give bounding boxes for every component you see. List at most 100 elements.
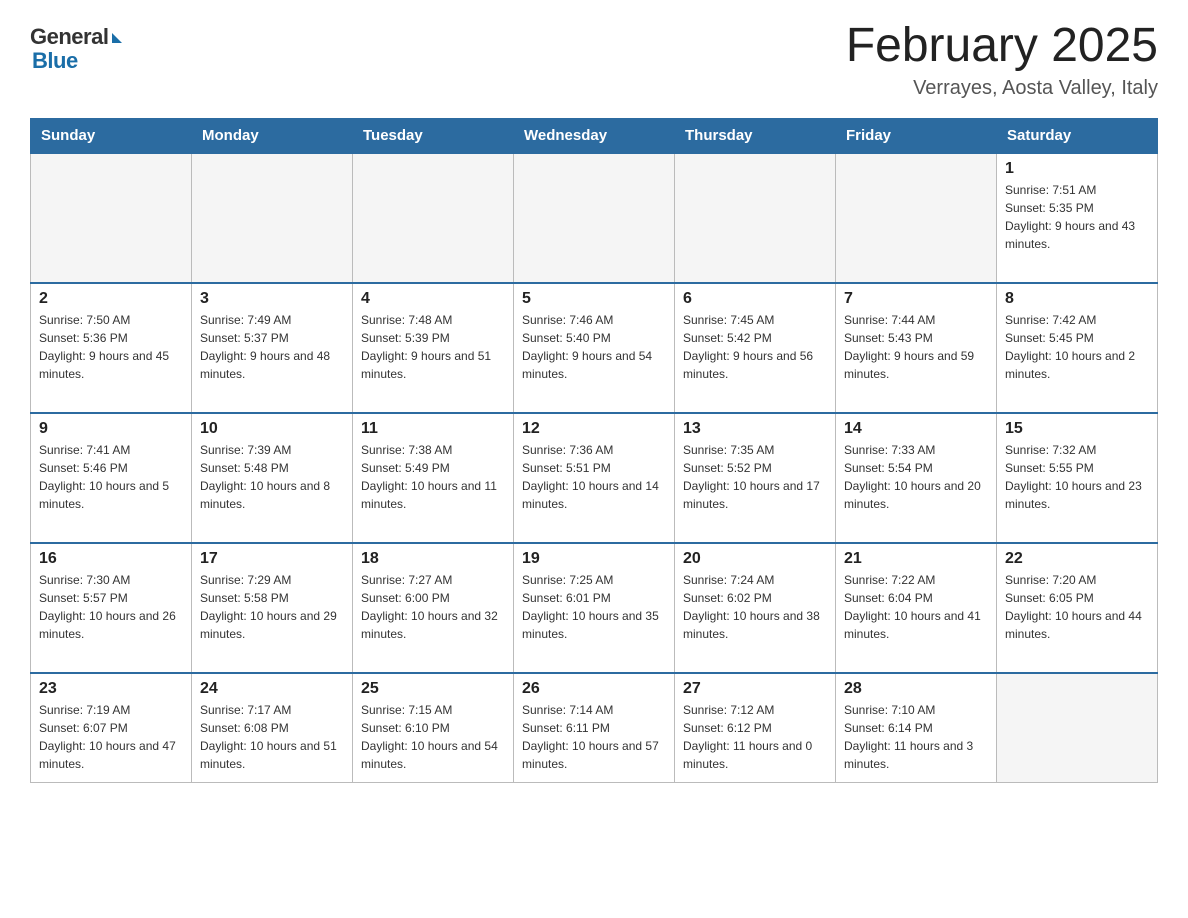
day-number: 21 xyxy=(844,550,988,568)
day-number: 17 xyxy=(200,550,344,568)
calendar-cell: 13 Sunrise: 7:35 AM Sunset: 5:52 PM Dayli… xyxy=(675,413,836,543)
calendar-header: Sunday Monday Tuesday Wednesday Thursday… xyxy=(31,118,1158,153)
day-number: 19 xyxy=(522,550,666,568)
day-number: 23 xyxy=(39,680,183,698)
day-number: 13 xyxy=(683,420,827,438)
day-info: Sunrise: 7:48 AM Sunset: 5:39 PM Dayligh… xyxy=(361,311,505,383)
calendar-cell: 1 Sunrise: 7:51 AM Sunset: 5:35 PM Daylig… xyxy=(997,153,1158,283)
calendar-cell: 11 Sunrise: 7:38 AM Sunset: 5:49 PM Dayli… xyxy=(353,413,514,543)
calendar-cell xyxy=(514,153,675,283)
day-number: 15 xyxy=(1005,420,1149,438)
day-info: Sunrise: 7:49 AM Sunset: 5:37 PM Dayligh… xyxy=(200,311,344,383)
calendar-cell: 8 Sunrise: 7:42 AM Sunset: 5:45 PM Daylig… xyxy=(997,283,1158,413)
day-info: Sunrise: 7:50 AM Sunset: 5:36 PM Dayligh… xyxy=(39,311,183,383)
calendar-cell: 14 Sunrise: 7:33 AM Sunset: 5:54 PM Dayli… xyxy=(836,413,997,543)
calendar-cell: 6 Sunrise: 7:45 AM Sunset: 5:42 PM Daylig… xyxy=(675,283,836,413)
day-number: 26 xyxy=(522,680,666,698)
calendar-cell xyxy=(997,673,1158,783)
day-info: Sunrise: 7:51 AM Sunset: 5:35 PM Dayligh… xyxy=(1005,181,1149,253)
calendar-cell: 4Sunrise: 7:48 AM Sunset: 5:39 PM Daylig… xyxy=(353,283,514,413)
title-block: February 2025 Verrayes, Aosta Valley, It… xyxy=(846,20,1158,100)
day-number: 14 xyxy=(844,420,988,438)
day-info: Sunrise: 7:41 AM Sunset: 5:46 PM Dayligh… xyxy=(39,441,183,513)
logo-blue-text: Blue xyxy=(30,48,78,74)
day-info: Sunrise: 7:35 AM Sunset: 5:52 PM Dayligh… xyxy=(683,441,827,513)
day-info: Sunrise: 7:27 AM Sunset: 6:00 PM Dayligh… xyxy=(361,571,505,643)
calendar-cell: 27 Sunrise: 7:12 AM Sunset: 6:12 PM Dayli… xyxy=(675,673,836,783)
calendar-cell: 7 Sunrise: 7:44 AM Sunset: 5:43 PM Daylig… xyxy=(836,283,997,413)
day-number: 16 xyxy=(39,550,183,568)
calendar-cell: 25 Sunrise: 7:15 AM Sunset: 6:10 PM Dayli… xyxy=(353,673,514,783)
calendar-week-row: 16 Sunrise: 7:30 AM Sunset: 5:57 PM Dayli… xyxy=(31,543,1158,673)
day-info: Sunrise: 7:17 AM Sunset: 6:08 PM Dayligh… xyxy=(200,701,344,773)
day-number: 27 xyxy=(683,680,827,698)
day-number: 25 xyxy=(361,680,505,698)
header-row: Sunday Monday Tuesday Wednesday Thursday… xyxy=(31,118,1158,153)
day-info: Sunrise: 7:32 AM Sunset: 5:55 PM Dayligh… xyxy=(1005,441,1149,513)
calendar-cell: 12 Sunrise: 7:36 AM Sunset: 5:51 PM Dayli… xyxy=(514,413,675,543)
calendar-week-row: 1 Sunrise: 7:51 AM Sunset: 5:35 PM Daylig… xyxy=(31,153,1158,283)
day-number: 6 xyxy=(683,290,827,308)
logo: General Blue xyxy=(30,24,122,74)
day-info: Sunrise: 7:22 AM Sunset: 6:04 PM Dayligh… xyxy=(844,571,988,643)
day-info: Sunrise: 7:42 AM Sunset: 5:45 PM Dayligh… xyxy=(1005,311,1149,383)
day-number: 22 xyxy=(1005,550,1149,568)
day-number: 12 xyxy=(522,420,666,438)
day-info: Sunrise: 7:30 AM Sunset: 5:57 PM Dayligh… xyxy=(39,571,183,643)
day-number: 11 xyxy=(361,420,505,438)
calendar-cell: 5Sunrise: 7:46 AM Sunset: 5:40 PM Daylig… xyxy=(514,283,675,413)
calendar-cell: 2 Sunrise: 7:50 AM Sunset: 5:36 PM Daylig… xyxy=(31,283,192,413)
calendar-cell: 20 Sunrise: 7:24 AM Sunset: 6:02 PM Dayli… xyxy=(675,543,836,673)
day-number: 8 xyxy=(1005,290,1149,308)
col-thursday: Thursday xyxy=(675,118,836,153)
calendar-cell: 3 Sunrise: 7:49 AM Sunset: 5:37 PM Daylig… xyxy=(192,283,353,413)
day-info: Sunrise: 7:33 AM Sunset: 5:54 PM Dayligh… xyxy=(844,441,988,513)
day-number: 3 xyxy=(200,290,344,308)
month-title: February 2025 xyxy=(846,20,1158,73)
day-number: 2 xyxy=(39,290,183,308)
page-header: General Blue February 2025 Verrayes, Aos… xyxy=(30,20,1158,100)
calendar-cell xyxy=(836,153,997,283)
day-info: Sunrise: 7:20 AM Sunset: 6:05 PM Dayligh… xyxy=(1005,571,1149,643)
logo-arrow-icon xyxy=(112,33,122,43)
calendar-cell: 18 Sunrise: 7:27 AM Sunset: 6:00 PM Dayli… xyxy=(353,543,514,673)
day-info: Sunrise: 7:44 AM Sunset: 5:43 PM Dayligh… xyxy=(844,311,988,383)
day-number: 18 xyxy=(361,550,505,568)
calendar-cell: 10 Sunrise: 7:39 AM Sunset: 5:48 PM Dayli… xyxy=(192,413,353,543)
day-number: 9 xyxy=(39,420,183,438)
calendar-cell: 24Sunrise: 7:17 AM Sunset: 6:08 PM Dayli… xyxy=(192,673,353,783)
day-info: Sunrise: 7:19 AM Sunset: 6:07 PM Dayligh… xyxy=(39,701,183,773)
calendar-table: Sunday Monday Tuesday Wednesday Thursday… xyxy=(30,118,1158,784)
calendar-week-row: 9 Sunrise: 7:41 AM Sunset: 5:46 PM Daylig… xyxy=(31,413,1158,543)
col-saturday: Saturday xyxy=(997,118,1158,153)
calendar-body: 1 Sunrise: 7:51 AM Sunset: 5:35 PM Daylig… xyxy=(31,153,1158,783)
day-info: Sunrise: 7:14 AM Sunset: 6:11 PM Dayligh… xyxy=(522,701,666,773)
calendar-cell xyxy=(353,153,514,283)
calendar-cell xyxy=(675,153,836,283)
calendar-cell: 15 Sunrise: 7:32 AM Sunset: 5:55 PM Dayli… xyxy=(997,413,1158,543)
day-number: 10 xyxy=(200,420,344,438)
day-number: 7 xyxy=(844,290,988,308)
day-info: Sunrise: 7:24 AM Sunset: 6:02 PM Dayligh… xyxy=(683,571,827,643)
day-info: Sunrise: 7:15 AM Sunset: 6:10 PM Dayligh… xyxy=(361,701,505,773)
day-info: Sunrise: 7:12 AM Sunset: 6:12 PM Dayligh… xyxy=(683,701,827,773)
day-info: Sunrise: 7:10 AM Sunset: 6:14 PM Dayligh… xyxy=(844,701,988,773)
day-info: Sunrise: 7:39 AM Sunset: 5:48 PM Dayligh… xyxy=(200,441,344,513)
calendar-week-row: 23 Sunrise: 7:19 AM Sunset: 6:07 PM Dayli… xyxy=(31,673,1158,783)
day-info: Sunrise: 7:45 AM Sunset: 5:42 PM Dayligh… xyxy=(683,311,827,383)
calendar-cell: 22 Sunrise: 7:20 AM Sunset: 6:05 PM Dayli… xyxy=(997,543,1158,673)
calendar-cell: 26 Sunrise: 7:14 AM Sunset: 6:11 PM Dayli… xyxy=(514,673,675,783)
calendar-cell: 23 Sunrise: 7:19 AM Sunset: 6:07 PM Dayli… xyxy=(31,673,192,783)
calendar-cell xyxy=(192,153,353,283)
day-info: Sunrise: 7:38 AM Sunset: 5:49 PM Dayligh… xyxy=(361,441,505,513)
col-monday: Monday xyxy=(192,118,353,153)
day-number: 20 xyxy=(683,550,827,568)
calendar-cell: 28Sunrise: 7:10 AM Sunset: 6:14 PM Dayli… xyxy=(836,673,997,783)
day-number: 1 xyxy=(1005,160,1149,178)
calendar-cell: 16 Sunrise: 7:30 AM Sunset: 5:57 PM Dayli… xyxy=(31,543,192,673)
col-friday: Friday xyxy=(836,118,997,153)
day-info: Sunrise: 7:36 AM Sunset: 5:51 PM Dayligh… xyxy=(522,441,666,513)
calendar-week-row: 2 Sunrise: 7:50 AM Sunset: 5:36 PM Daylig… xyxy=(31,283,1158,413)
col-tuesday: Tuesday xyxy=(353,118,514,153)
calendar-cell: 17Sunrise: 7:29 AM Sunset: 5:58 PM Dayli… xyxy=(192,543,353,673)
